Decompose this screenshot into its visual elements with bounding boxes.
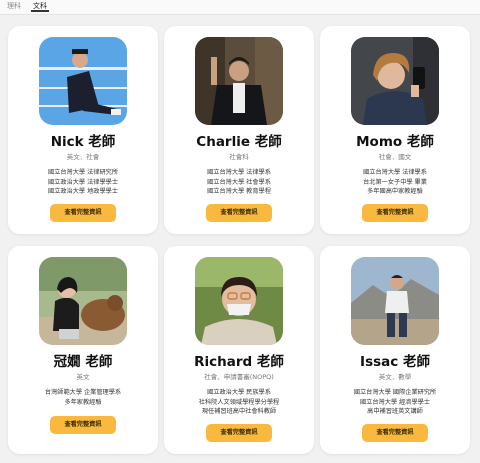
teacher-photo-image [195,257,283,345]
tab-science[interactable]: 理科 [7,1,21,11]
teacher-name: Richard 老師 [194,354,284,370]
education-line: 多年國高中家教經驗 [367,188,423,195]
teacher-card: Charlie 老師 社會科 國立台灣大學 法律學系 國立台灣大學 社會學系 國… [164,26,314,234]
education-line: 國立台灣大學 法律學系 [207,169,271,176]
teacher-education: 國立台灣大學 法律學系 台北第一女子中學 畢業 多年國高中家教經驗 [320,168,470,197]
education-line: 國立政治大學 民族學系 [207,389,271,396]
teacher-education: 台灣師範大學 企業管理學系 多年家教經驗 [8,388,158,407]
tab-humanities-label: 文科 [33,2,47,10]
teacher-name: 冠嫺 老師 [53,354,113,370]
teacher-photo-image [351,257,439,345]
teacher-photo [351,257,439,345]
teacher-education: 國立政治大學 民族學系 社科院人文領域學程學分學程 現任補習班高中社會科教師 [164,388,314,417]
teacher-subjects: 社會、申請書審(NOPQ) [204,373,274,381]
teacher-card: Issac 老師 英文．數學 國立台灣大學 國際企業研究所 國立台灣大學 經濟學… [320,246,470,454]
teacher-card: Nick 老師 英文．社會 國立台灣大學 法律研究所 國立政治大學 法律學學士 … [8,26,158,234]
subject-tabs: 理科 文科 [0,0,480,15]
view-details-button[interactable]: 查看完整資訊 [206,424,272,442]
teacher-name: Issac 老師 [360,354,430,370]
teacher-education: 國立台灣大學 法律學系 國立台灣大學 社會學系 國立台灣大學 教育學程 [164,168,314,197]
education-line: 現任補習班高中社會科教師 [201,408,277,415]
education-line: 台北第一女子中學 畢業 [363,178,427,186]
education-line: 多年家教經驗 [64,398,102,406]
education-line: 台灣師範大學 企業管理學系 [44,389,122,396]
teacher-education: 國立台灣大學 法律研究所 國立政治大學 法律學學士 國立政治大學 地政學學士 [8,168,158,197]
teacher-subjects: 英文 [76,373,90,381]
education-line: 國立台灣大學 法律學系 [363,169,427,176]
teacher-photo-image [39,37,127,125]
teacher-photo [195,37,283,125]
teacher-photo-image [195,37,283,125]
teacher-education: 國立台灣大學 國際企業研究所 國立台灣大學 經濟學學士 高中補習班英文講師 [320,388,470,417]
teacher-card: 冠嫺 老師 英文 台灣師範大學 企業管理學系 多年家教經驗 查看完整資訊 [8,246,158,454]
view-details-button[interactable]: 查看完整資訊 [50,204,116,222]
education-line: 國立台灣大學 經濟學學士 [359,398,431,406]
teacher-name: Nick 老師 [50,134,116,150]
teacher-name: Momo 老師 [356,134,434,150]
education-line: 國立台灣大學 國際企業研究所 [353,389,437,396]
education-line: 高中補習班英文講師 [367,408,423,415]
education-line: 國立政治大學 地政學學士 [47,188,119,195]
view-details-button[interactable]: 查看完整資訊 [50,416,116,434]
teacher-subjects: 英文．數學 [378,373,412,381]
view-details-button[interactable]: 查看完整資訊 [206,204,272,222]
teacher-name: Charlie 老師 [196,134,282,150]
view-details-button[interactable]: 查看完整資訊 [362,204,428,222]
teacher-subjects: 社會．國文 [378,153,412,161]
teacher-card: Momo 老師 社會．國文 國立台灣大學 法律學系 台北第一女子中學 畢業 多年… [320,26,470,234]
education-line: 國立台灣大學 社會學系 [207,178,271,186]
teacher-subjects: 社會科 [229,153,249,161]
view-details-button[interactable]: 查看完整資訊 [362,424,428,442]
teacher-photo [351,37,439,125]
teacher-photo-image [39,257,127,345]
teacher-photo [39,37,127,125]
education-line: 國立政治大學 法律學學士 [47,178,119,186]
tab-humanities[interactable]: 文科 [31,1,49,12]
teacher-photo [39,257,127,345]
education-line: 國立台灣大學 法律研究所 [47,169,119,176]
education-line: 國立台灣大學 教育學程 [207,188,271,195]
teacher-photo-image [351,37,439,125]
teacher-photo [195,257,283,345]
teacher-card: Richard 老師 社會、申請書審(NOPQ) 國立政治大學 民族學系 社科院… [164,246,314,454]
active-tab-indicator [31,10,49,12]
teacher-subjects: 英文．社會 [66,153,100,161]
education-line: 社科院人文領域學程學分學程 [198,398,280,406]
